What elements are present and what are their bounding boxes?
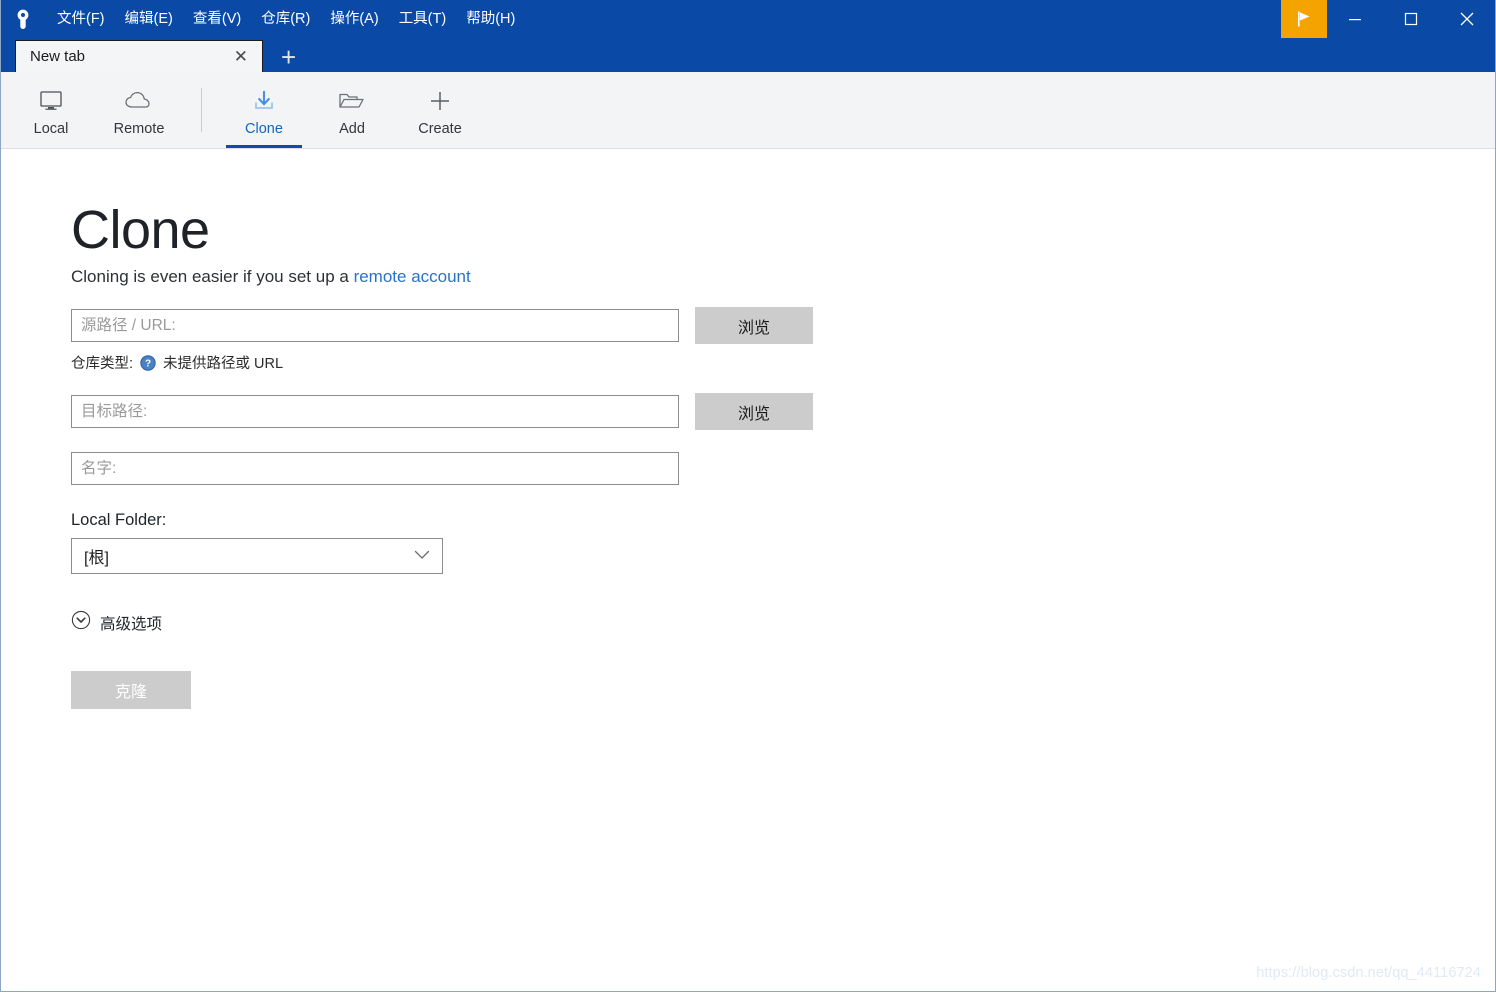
menu-bar: 文件(F) 编辑(E) 查看(V) 仓库(R) 操作(A) 工具(T) 帮助(H… [47,0,525,38]
window-controls [1281,0,1495,38]
local-folder-label: Local Folder: [71,511,167,529]
toolbar-label-create: Create [418,120,462,137]
monitor-icon [38,88,64,114]
cloud-icon [124,88,154,114]
download-arrow-icon [251,88,277,114]
minimize-icon [1349,19,1361,21]
svg-text:?: ? [145,358,151,369]
destination-path-input[interactable] [71,395,679,428]
toolbar-label-add: Add [339,120,365,137]
advanced-options-toggle[interactable]: 高级选项 [71,610,162,635]
new-tab-button[interactable]: + [277,44,300,70]
toolbar-button-create[interactable]: Create [396,72,484,148]
help-question-icon[interactable]: ? [140,354,156,371]
tab-strip: New tab ✕ + [1,38,1495,72]
tab-new-tab[interactable]: New tab ✕ [15,40,263,72]
toolbar-button-add[interactable]: Add [308,72,396,148]
toolbar-button-remote[interactable]: Remote [95,72,183,148]
menu-edit[interactable]: 编辑(E) [115,5,183,33]
watermark: https://blog.csdn.net/qq_44116724 [1256,965,1481,981]
close-button[interactable] [1439,0,1495,38]
sourcetree-keyhole-icon [9,5,37,33]
repository-type-status: 未提供路径或 URL [163,356,284,372]
close-icon [1460,12,1474,26]
toolbar-label-clone: Clone [245,120,283,137]
minimize-button[interactable] [1327,0,1383,38]
chevron-down-circle-icon [71,610,91,635]
toolbar-button-clone[interactable]: Clone [220,72,308,148]
menu-view[interactable]: 查看(V) [183,5,251,33]
menu-repository[interactable]: 仓库(R) [251,5,320,33]
source-path-input[interactable] [71,309,679,342]
page-subtitle-text: Cloning is even easier if you set up a [71,267,354,286]
advanced-options-label: 高级选项 [100,615,163,633]
name-row [71,452,1495,485]
repository-type-label: 仓库类型: [71,356,134,372]
page-subtitle: Cloning is even easier if you set up a r… [71,267,1495,287]
remote-account-link[interactable]: remote account [354,267,471,286]
tab-close-icon[interactable]: ✕ [230,46,252,67]
source-path-row: 浏览 [71,307,1495,344]
local-folder-value: [根] [84,550,109,567]
toolbar-separator [201,88,202,132]
chevron-down-icon [414,547,430,565]
folder-open-icon [337,88,367,114]
destination-browse-button[interactable]: 浏览 [695,393,813,430]
menu-actions[interactable]: 操作(A) [320,5,388,33]
destination-path-row: 浏览 [71,393,1495,430]
maximize-button[interactable] [1383,0,1439,38]
clone-panel: Clone Cloning is even easier if you set … [1,149,1495,990]
flag-button[interactable] [1281,0,1327,38]
application-window: 文件(F) 编辑(E) 查看(V) 仓库(R) 操作(A) 工具(T) 帮助(H… [0,0,1496,992]
main-toolbar: Local Remote Clone Add Create [1,72,1495,149]
repository-type-row: 仓库类型: ? 未提供路径或 URL [71,352,1495,373]
tab-title: New tab [30,48,86,65]
menu-tools[interactable]: 工具(T) [389,5,457,33]
page-title: Clone [71,200,210,260]
plus-icon [427,88,453,114]
toolbar-button-local[interactable]: Local [7,72,95,148]
name-input[interactable] [71,452,679,485]
menu-file[interactable]: 文件(F) [47,5,115,33]
menu-help[interactable]: 帮助(H) [456,5,525,33]
local-folder-select[interactable]: [根] [71,538,443,574]
clone-submit-button[interactable]: 克隆 [71,671,191,709]
source-browse-button[interactable]: 浏览 [695,307,813,344]
flag-icon [1298,11,1310,27]
toolbar-label-local: Local [33,120,69,137]
toolbar-label-remote: Remote [113,120,165,137]
title-bar: 文件(F) 编辑(E) 查看(V) 仓库(R) 操作(A) 工具(T) 帮助(H… [1,0,1495,38]
maximize-icon [1404,12,1418,26]
